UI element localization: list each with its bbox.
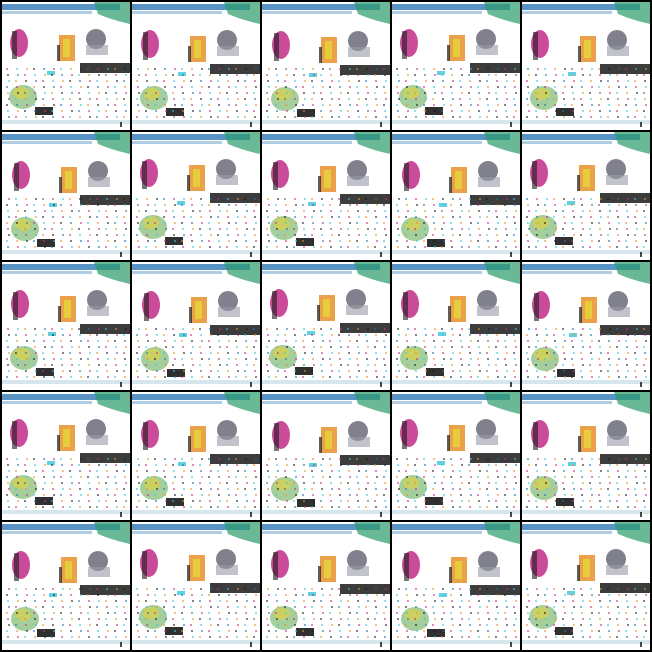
sample-tile — [392, 262, 520, 390]
image-grid — [2, 2, 650, 650]
sample-image — [132, 132, 260, 257]
sample-image — [262, 262, 390, 387]
sample-tile — [522, 392, 650, 520]
sample-tile — [392, 522, 520, 650]
sample-tile — [2, 132, 130, 260]
sample-image — [522, 2, 650, 127]
sample-tile — [132, 522, 260, 650]
sample-image — [522, 262, 650, 387]
sample-tile — [522, 262, 650, 390]
sample-image — [2, 2, 130, 127]
sample-tile — [262, 392, 390, 520]
sample-image — [132, 262, 260, 387]
sample-image — [392, 262, 520, 387]
sample-tile — [262, 132, 390, 260]
sample-image — [132, 522, 260, 647]
sample-image — [392, 522, 520, 647]
sample-image — [2, 262, 130, 387]
sample-tile — [522, 522, 650, 650]
sample-tile — [2, 262, 130, 390]
sample-image — [392, 132, 520, 257]
sample-tile — [392, 132, 520, 260]
sample-tile — [132, 262, 260, 390]
sample-image — [392, 392, 520, 517]
sample-image — [262, 2, 390, 127]
sample-tile — [522, 2, 650, 130]
sample-image — [522, 522, 650, 647]
sample-image — [132, 2, 260, 127]
sample-tile — [262, 522, 390, 650]
sample-image — [132, 392, 260, 517]
sample-image — [262, 132, 390, 257]
sample-tile — [132, 2, 260, 130]
sample-image — [522, 392, 650, 517]
sample-image — [262, 522, 390, 647]
sample-image — [392, 2, 520, 127]
sample-image — [522, 132, 650, 257]
sample-image — [262, 392, 390, 517]
sample-image — [2, 392, 130, 517]
sample-tile — [262, 2, 390, 130]
sample-tile — [262, 262, 390, 390]
sample-image — [2, 132, 130, 257]
sample-tile — [2, 2, 130, 130]
sample-tile — [392, 2, 520, 130]
sample-tile — [2, 392, 130, 520]
sample-tile — [132, 392, 260, 520]
sample-tile — [2, 522, 130, 650]
sample-tile — [522, 132, 650, 260]
sample-tile — [132, 132, 260, 260]
sample-tile — [392, 392, 520, 520]
sample-image — [2, 522, 130, 647]
